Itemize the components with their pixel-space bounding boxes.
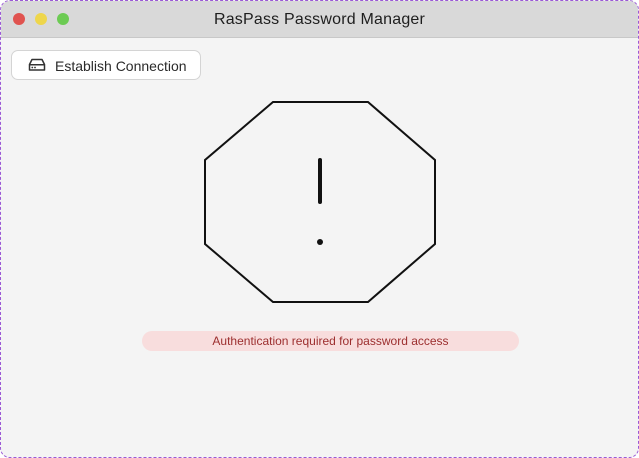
alert-message: Authentication required for password acc… <box>212 334 449 348</box>
establish-connection-button[interactable]: Establish Connection <box>11 50 201 80</box>
window-title: RasPass Password Manager <box>213 11 426 28</box>
octagon-alert-icon <box>204 101 436 303</box>
hard-drive-icon <box>28 58 46 71</box>
title-bar[interactable]: RasPass Password Manager <box>1 1 638 38</box>
establish-connection-label: Establish Connection <box>55 58 187 74</box>
authentication-alert: Authentication required for password acc… <box>142 331 519 351</box>
app-window: RasPass Password Manager Establish Conne… <box>0 0 639 458</box>
